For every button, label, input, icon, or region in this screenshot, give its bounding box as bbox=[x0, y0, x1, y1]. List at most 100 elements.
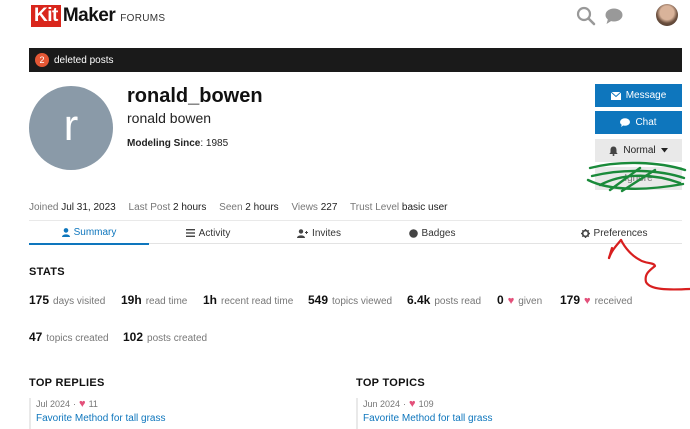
tab-activity[interactable]: Activity bbox=[174, 221, 242, 245]
notification-level-dropdown[interactable]: Normal bbox=[595, 139, 682, 162]
notification-level-label: Normal bbox=[623, 145, 656, 156]
stat-posts-read-value: 6.4k bbox=[407, 293, 431, 307]
current-user-avatar[interactable] bbox=[656, 4, 678, 26]
chat-icon bbox=[620, 118, 631, 127]
logo-kit-text: Kit bbox=[31, 5, 61, 27]
stat-topics-viewed-label: topics viewed bbox=[332, 296, 393, 307]
caret-down-icon bbox=[660, 148, 668, 153]
user-icon bbox=[61, 227, 70, 237]
top-topics-heading: TOP TOPICS bbox=[356, 377, 426, 389]
top-reply-link[interactable]: Favorite Method for tall grass bbox=[36, 413, 166, 424]
heart-icon: ♥ bbox=[507, 295, 515, 307]
tab-preferences[interactable]: Preferences bbox=[574, 221, 654, 245]
stat-topics-viewed-value: 549 bbox=[308, 293, 329, 307]
stat-recent-read-time-label: recent read time bbox=[221, 296, 294, 307]
stat-read-time-label: read time bbox=[145, 296, 188, 307]
deleted-posts-count: 2 bbox=[35, 53, 49, 67]
last-post-value[interactable]: 2 hours bbox=[173, 202, 206, 213]
red-arrow-annotation bbox=[607, 238, 690, 291]
tab-invites[interactable]: Invites bbox=[289, 221, 349, 245]
top-topic-link[interactable]: Favorite Method for tall grass bbox=[363, 413, 493, 424]
top-reply-meta: Jul 2024 · ♥ 11 bbox=[36, 398, 166, 410]
chat-button[interactable]: Chat bbox=[595, 111, 682, 134]
trust-level-label: Trust Level bbox=[350, 202, 400, 213]
seen-value: 2 hours bbox=[245, 202, 279, 213]
profile-avatar: r bbox=[29, 86, 113, 170]
stat-topics-created-value: 47 bbox=[29, 330, 43, 344]
profile-full-name: ronald bowen bbox=[127, 110, 212, 126]
modeling-since-value: : 1985 bbox=[200, 138, 229, 149]
last-post-label: Last Post bbox=[128, 202, 171, 213]
stat-days-visited-label: days visited bbox=[53, 296, 106, 307]
top-topic-likes: 109 bbox=[418, 399, 434, 409]
heart-icon: ♥ bbox=[584, 295, 591, 307]
separator-dot: · bbox=[73, 399, 77, 409]
stat-topics-viewed: 549 topics viewed bbox=[308, 293, 392, 307]
envelope-icon bbox=[610, 91, 621, 100]
stat-days-visited: 175 days visited bbox=[29, 293, 105, 307]
top-reply-likes: 11 bbox=[88, 399, 98, 409]
stat-days-visited-value: 175 bbox=[29, 293, 50, 307]
heart-icon: ♥ bbox=[409, 398, 416, 410]
top-topic-item[interactable]: Jun 2024 · ♥ 109 Favorite Method for tal… bbox=[356, 398, 493, 429]
stat-posts-created: 102 posts created bbox=[123, 330, 207, 344]
tab-activity-label: Activity bbox=[198, 227, 231, 239]
site-logo[interactable]: Kit Maker FORUMS bbox=[31, 5, 165, 27]
stat-likes-received: 179 ♥ received bbox=[560, 293, 632, 307]
tab-summary-label: Summary bbox=[73, 226, 117, 238]
tab-invites-label: Invites bbox=[312, 227, 341, 239]
stat-read-time-value: 19h bbox=[121, 293, 142, 307]
ignore-button[interactable]: Ignore bbox=[595, 167, 682, 190]
profile-modeling-since: Modeling Since: 1985 bbox=[127, 138, 228, 149]
logo-maker-text: Maker bbox=[62, 5, 116, 26]
heart-icon: ♥ bbox=[79, 398, 86, 410]
separator-dot: · bbox=[403, 399, 407, 409]
deleted-posts-label: deleted posts bbox=[54, 54, 114, 66]
stat-likes-received-value: 179 bbox=[560, 293, 581, 307]
ignore-button-label: Ignore bbox=[624, 173, 653, 184]
stat-posts-created-label: posts created bbox=[147, 333, 208, 344]
stat-posts-created-value: 102 bbox=[123, 330, 144, 344]
list-icon bbox=[185, 229, 195, 237]
bell-icon bbox=[609, 146, 619, 156]
top-reply-item[interactable]: Jul 2024 · ♥ 11 Favorite Method for tall… bbox=[29, 398, 166, 429]
stats-heading: STATS bbox=[29, 266, 65, 278]
deleted-posts-banner[interactable]: 2 deleted posts bbox=[29, 48, 682, 72]
stat-likes-received-label: received bbox=[594, 296, 633, 307]
stat-posts-read: 6.4k posts read bbox=[407, 293, 481, 307]
stat-topics-created: 47 topics created bbox=[29, 330, 109, 344]
logo-forums-text: FORUMS bbox=[120, 13, 166, 24]
tab-badges[interactable]: Badges bbox=[401, 221, 463, 245]
top-topic-date: Jun 2024 bbox=[363, 399, 401, 409]
stat-posts-read-label: posts read bbox=[434, 296, 482, 307]
stat-read-time: 19h read time bbox=[121, 293, 187, 307]
stat-likes-given: 0 ♥ given bbox=[497, 293, 542, 307]
tab-preferences-label: Preferences bbox=[593, 227, 648, 239]
stat-likes-given-value: 0 bbox=[497, 293, 504, 307]
trust-level-value: basic user bbox=[401, 202, 448, 213]
top-topic-meta: Jun 2024 · ♥ 109 bbox=[363, 398, 493, 410]
profile-meta-line: Joined Jul 31, 2023 Last Post 2 hours Se… bbox=[29, 202, 457, 213]
chat-button-label: Chat bbox=[635, 117, 657, 128]
stat-topics-created-label: topics created bbox=[46, 333, 109, 344]
badge-icon bbox=[408, 228, 418, 238]
profile-username: ronald_bowen bbox=[127, 85, 263, 107]
message-button[interactable]: Message bbox=[595, 84, 682, 107]
stat-likes-given-label: given bbox=[518, 296, 543, 307]
joined-value: Jul 31, 2023 bbox=[61, 202, 116, 213]
gear-icon bbox=[580, 228, 590, 238]
stat-recent-read-time-value: 1h bbox=[203, 293, 218, 307]
views-label: Views bbox=[291, 202, 318, 213]
joined-label: Joined bbox=[29, 202, 59, 213]
views-value: 227 bbox=[320, 202, 338, 213]
search-icon[interactable] bbox=[576, 6, 596, 26]
seen-label: Seen bbox=[219, 202, 243, 213]
top-replies-heading: TOP REPLIES bbox=[29, 377, 105, 389]
tab-summary[interactable]: Summary bbox=[29, 221, 149, 245]
user-plus-icon bbox=[297, 228, 309, 238]
stat-recent-read-time: 1h recent read time bbox=[203, 293, 293, 307]
top-reply-date: Jul 2024 bbox=[36, 399, 71, 409]
chat-bubble-icon[interactable] bbox=[604, 6, 624, 26]
tab-badges-label: Badges bbox=[421, 227, 456, 239]
site-header: Kit Maker FORUMS bbox=[0, 0, 690, 32]
